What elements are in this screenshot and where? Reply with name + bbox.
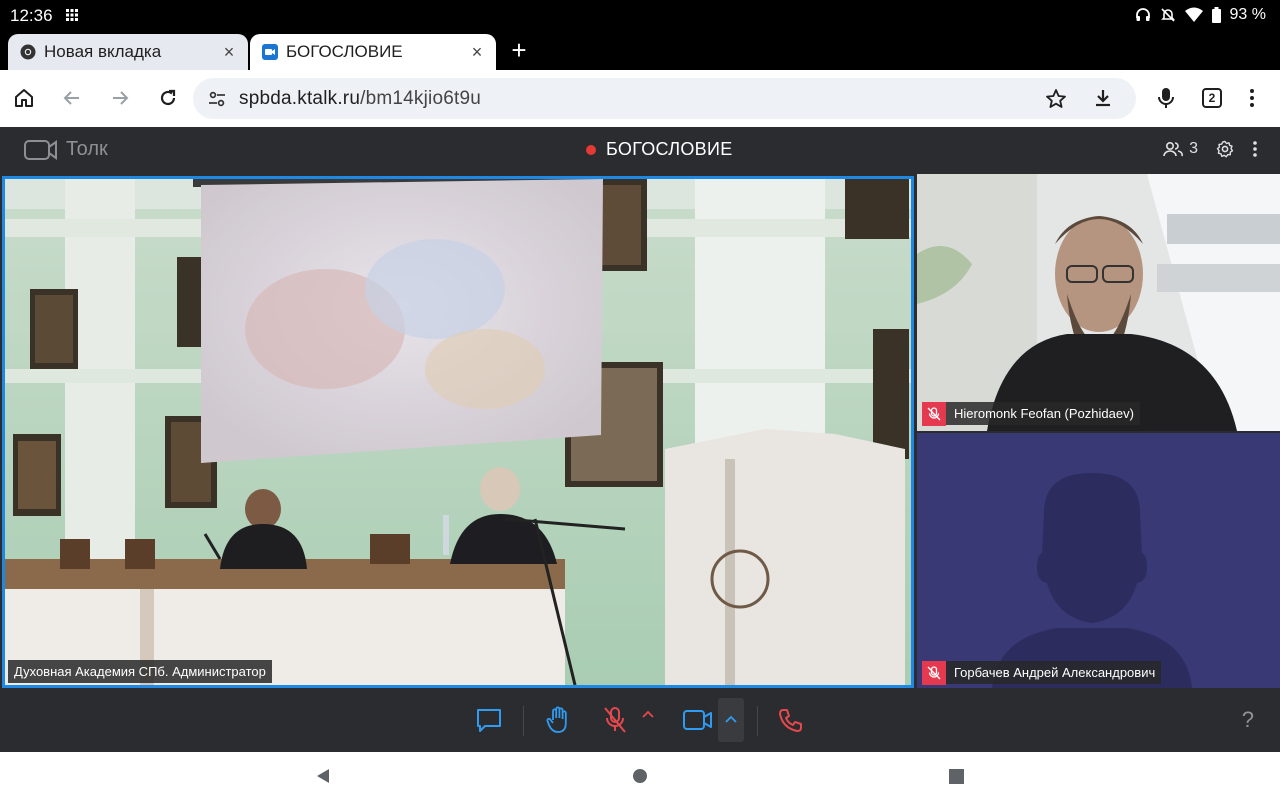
status-time: 12:36 [10,6,53,25]
site-settings-icon[interactable] [207,89,227,109]
video-camera-icon [683,709,713,731]
leave-call-button[interactable] [775,704,807,736]
tab-title: Новая вкладка [44,42,162,61]
tab-switcher-button[interactable]: 2 [1198,84,1226,112]
wifi-icon [1184,7,1203,23]
chat-icon [475,707,503,733]
talk-logo[interactable]: Толк [24,138,108,161]
main-video-tile[interactable]: Духовная Академия СПб. Администратор [2,176,914,688]
grid-icon [66,9,78,21]
raise-hand-button[interactable] [542,704,574,736]
nav-home-icon[interactable] [630,766,650,786]
forward-icon[interactable] [106,84,134,112]
chat-button[interactable] [473,704,505,736]
video-grid: Духовная Академия СПб. Администратор Hie… [0,174,1280,688]
back-icon[interactable] [58,84,86,112]
tab-new-tab[interactable]: Новая вкладка × [8,34,248,70]
tab-bogoslovie[interactable]: БОГОСЛОВИЕ × [250,34,496,70]
camera-toggle-button[interactable] [682,704,714,736]
url-path: /bm14kjio6t9u [360,88,481,109]
camera-options-button[interactable] [718,698,744,742]
participants-button[interactable]: 3 [1163,140,1198,158]
video-camera-logo-icon [24,139,58,161]
lecture-hall-video-image [5,179,911,685]
address-bar[interactable]: spbda.ktalk.ru/bm14kjio6t9u [193,78,1136,119]
main-participant-name: Духовная Академия СПб. Администратор [8,660,272,683]
talk-header: Толк БОГОСЛОВИЕ 3 [0,127,1280,174]
mic-muted-icon [922,402,946,426]
hand-icon [545,706,571,734]
browser-toolbar: spbda.ktalk.ru/bm14kjio6t9u 2 [0,70,1280,127]
mute-icon [1160,7,1176,23]
participants-count: 3 [1189,140,1198,157]
mic-off-icon [602,706,628,734]
chrome-icon [20,44,36,60]
hang-up-icon [777,706,805,734]
participants-icon [1163,140,1184,158]
battery-icon [1211,7,1221,23]
close-tab-icon[interactable]: × [468,43,486,61]
mic-options-chevron-icon[interactable] [642,710,654,718]
new-tab-button[interactable]: + [506,37,532,64]
divider [757,706,758,736]
settings-gear-icon[interactable] [1216,140,1234,158]
recording-indicator-icon [586,144,596,155]
url-domain: spbda.ktalk.ru [239,88,361,109]
divider [523,706,524,736]
browser-tab-strip: Новая вкладка × БОГОСЛОВИЕ × + [0,32,1280,70]
close-tab-icon[interactable]: × [220,43,238,61]
bookmark-star-icon[interactable] [1045,88,1067,110]
participant-name-text: Hieromonk Feofan (Pozhidaev) [954,406,1134,421]
tab-count: 2 [1202,88,1222,108]
call-controls: ? [0,688,1280,752]
avatar-placeholder-icon [917,433,1280,688]
ktalk-icon [262,44,278,60]
system-status-bar: 12:36 93 % [0,0,1280,32]
chevron-up-icon [725,715,737,723]
help-button[interactable]: ? [1242,707,1254,733]
meeting-title-text: БОГОСЛОВИЕ [606,139,733,159]
nav-recents-icon[interactable] [946,766,966,786]
home-icon[interactable] [10,84,38,112]
participant-video-image [917,174,1280,431]
microphone-icon[interactable] [1152,84,1180,112]
participant-name-gorbachev: Горбачев Андрей Александрович [922,661,1162,685]
participant-tile-feofan[interactable]: Hieromonk Feofan (Pozhidaev) [917,174,1280,431]
headphones-icon [1135,7,1151,23]
mic-muted-icon [922,661,946,685]
download-icon[interactable] [1093,88,1113,108]
participant-name-feofan: Hieromonk Feofan (Pozhidaev) [922,402,1140,426]
battery-level: 93 % [1229,6,1266,23]
browser-menu-icon[interactable] [1238,84,1266,112]
brand-name: Толк [66,138,108,160]
url-text: spbda.ktalk.ru/bm14kjio6t9u [239,88,481,110]
more-options-icon[interactable] [1252,140,1258,158]
microphone-toggle-button[interactable] [599,704,631,736]
participant-name-text: Горбачев Андрей Александрович [954,665,1156,680]
nav-back-icon[interactable] [313,766,333,786]
system-navigation-bar [0,752,1280,800]
tab-title: БОГОСЛОВИЕ [286,42,403,61]
reload-icon[interactable] [154,84,182,112]
participant-tile-gorbachev[interactable]: Горбачев Андрей Александрович [917,433,1280,688]
meeting-title: БОГОСЛОВИЕ [586,139,733,160]
